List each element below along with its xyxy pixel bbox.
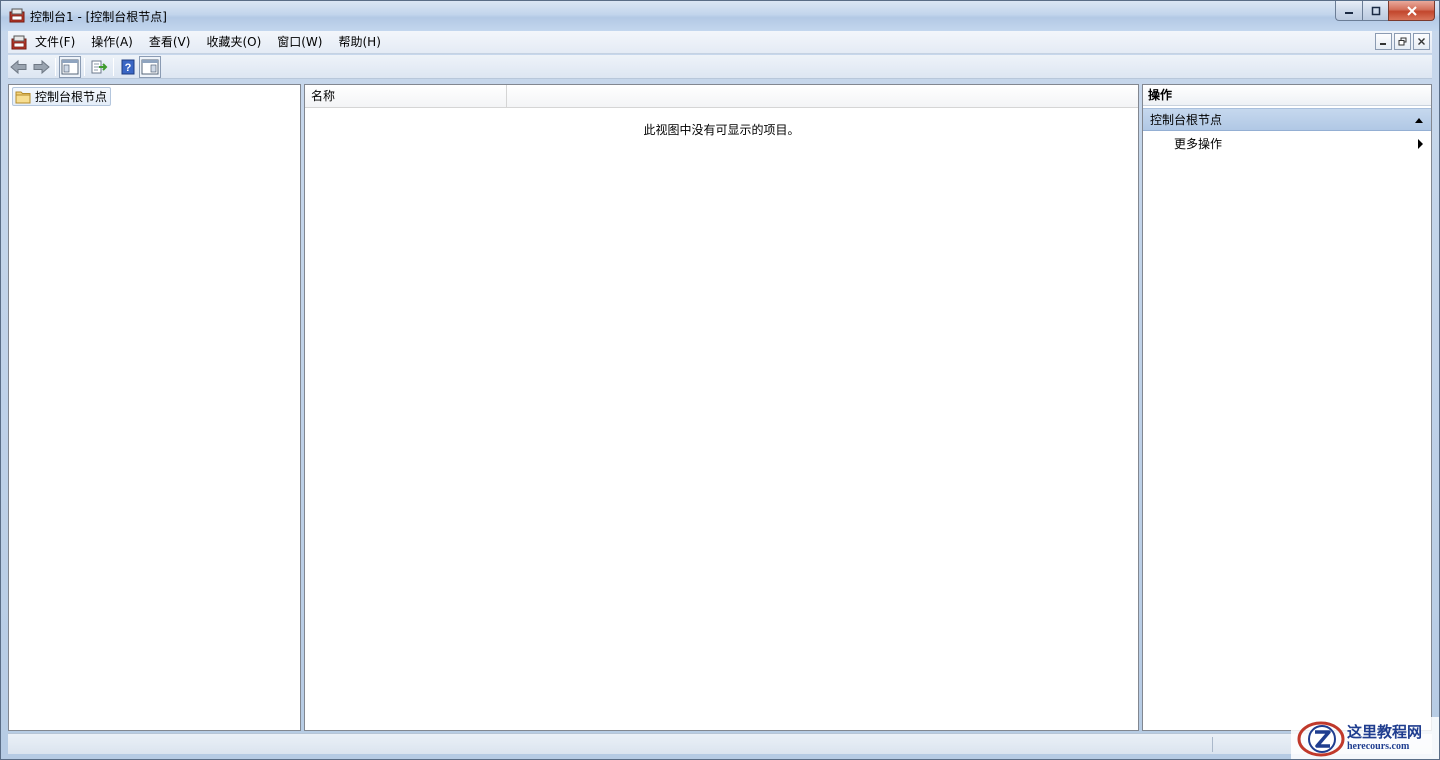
menu-window[interactable]: 窗口(W) xyxy=(271,32,328,53)
forward-button[interactable] xyxy=(30,56,52,78)
minimize-icon xyxy=(1345,11,1353,14)
watermark-text: 这里教程网 herecours.com xyxy=(1347,723,1422,753)
tree-node-label: 控制台根节点 xyxy=(35,90,108,104)
herecours-logo-icon xyxy=(1297,721,1345,757)
help-icon: ? xyxy=(121,59,135,74)
window-controls xyxy=(1335,1,1435,21)
close-button[interactable] xyxy=(1388,1,1435,21)
window-title: 控制台1 - [控制台根节点] xyxy=(30,10,167,24)
show-hide-console-tree-button[interactable] xyxy=(59,55,81,78)
menu-bar: 文件(F) 操作(A) 查看(V) 收藏夹(O) 窗口(W) 帮助(H) xyxy=(8,31,1432,54)
close-icon xyxy=(1418,38,1425,45)
child-window-controls xyxy=(1373,33,1430,50)
empty-list-message: 此视图中没有可显示的项目。 xyxy=(643,123,800,137)
result-list-pane[interactable]: 名称 此视图中没有可显示的项目。 xyxy=(304,84,1139,731)
status-bar xyxy=(8,733,1432,754)
maximize-icon xyxy=(1371,6,1380,15)
menu-items: 文件(F) 操作(A) 查看(V) 收藏夹(O) 窗口(W) 帮助(H) xyxy=(29,31,391,54)
show-hide-action-pane-button[interactable] xyxy=(139,55,161,78)
back-arrow-icon xyxy=(10,59,27,74)
action-pane: 操作 控制台根节点 更多操作 xyxy=(1142,84,1432,731)
child-minimize-button[interactable] xyxy=(1375,33,1392,50)
watermark-en: herecours.com xyxy=(1347,741,1410,752)
action-section-console-root[interactable]: 控制台根节点 xyxy=(1143,108,1431,131)
forward-arrow-icon xyxy=(33,59,50,74)
menu-file[interactable]: 文件(F) xyxy=(29,32,81,53)
menu-help[interactable]: 帮助(H) xyxy=(332,32,386,53)
column-header-name[interactable]: 名称 xyxy=(305,85,507,108)
console-tree-pane[interactable]: 控制台根节点 xyxy=(8,84,301,731)
action-pane-title: 操作 xyxy=(1143,85,1431,106)
tree-node-console-root[interactable]: 控制台根节点 xyxy=(12,87,112,106)
site-watermark: 这里教程网 herecours.com xyxy=(1291,717,1439,759)
export-list-icon xyxy=(91,60,108,73)
toolbar-separator xyxy=(84,57,85,76)
action-item-label: 更多操作 xyxy=(1174,137,1223,151)
minimize-button[interactable] xyxy=(1335,1,1362,21)
toolbar-separator xyxy=(113,57,114,76)
toolbar: ? xyxy=(8,55,1432,79)
child-restore-button[interactable] xyxy=(1394,33,1411,50)
toolbar-separator xyxy=(55,57,56,76)
restore-icon xyxy=(1398,37,1407,46)
mmc-window: 控制台1 - [控制台根节点] 文件(F) 操作(A) 查看(V) 收藏夹(O)… xyxy=(0,0,1440,760)
minimize-icon xyxy=(1380,43,1386,45)
folder-icon xyxy=(15,91,31,103)
close-icon xyxy=(1406,5,1417,16)
console-system-menu-icon[interactable] xyxy=(11,34,27,50)
action-more-actions[interactable]: 更多操作 xyxy=(1143,133,1431,155)
watermark-cn: 这里教程网 xyxy=(1347,723,1423,741)
back-button[interactable] xyxy=(8,56,30,78)
child-close-button[interactable] xyxy=(1413,33,1430,50)
list-header: 名称 xyxy=(305,85,1138,108)
show-hide-console-tree-icon xyxy=(61,59,79,74)
menu-favorites[interactable]: 收藏夹(O) xyxy=(200,32,267,53)
help-button[interactable]: ? xyxy=(117,56,139,78)
status-divider xyxy=(1212,737,1213,752)
mmc-app-icon xyxy=(9,8,25,23)
export-list-button[interactable] xyxy=(88,56,110,78)
collapse-up-icon[interactable] xyxy=(1415,118,1423,123)
svg-text:?: ? xyxy=(125,62,132,74)
menu-action[interactable]: 操作(A) xyxy=(85,32,139,53)
show-hide-action-pane-icon xyxy=(141,59,159,74)
menu-view[interactable]: 查看(V) xyxy=(143,32,197,53)
maximize-button[interactable] xyxy=(1362,1,1388,21)
submenu-arrow-icon xyxy=(1418,139,1423,149)
action-section-label: 控制台根节点 xyxy=(1150,113,1223,127)
title-bar[interactable]: 控制台1 - [控制台根节点] xyxy=(1,1,1439,31)
